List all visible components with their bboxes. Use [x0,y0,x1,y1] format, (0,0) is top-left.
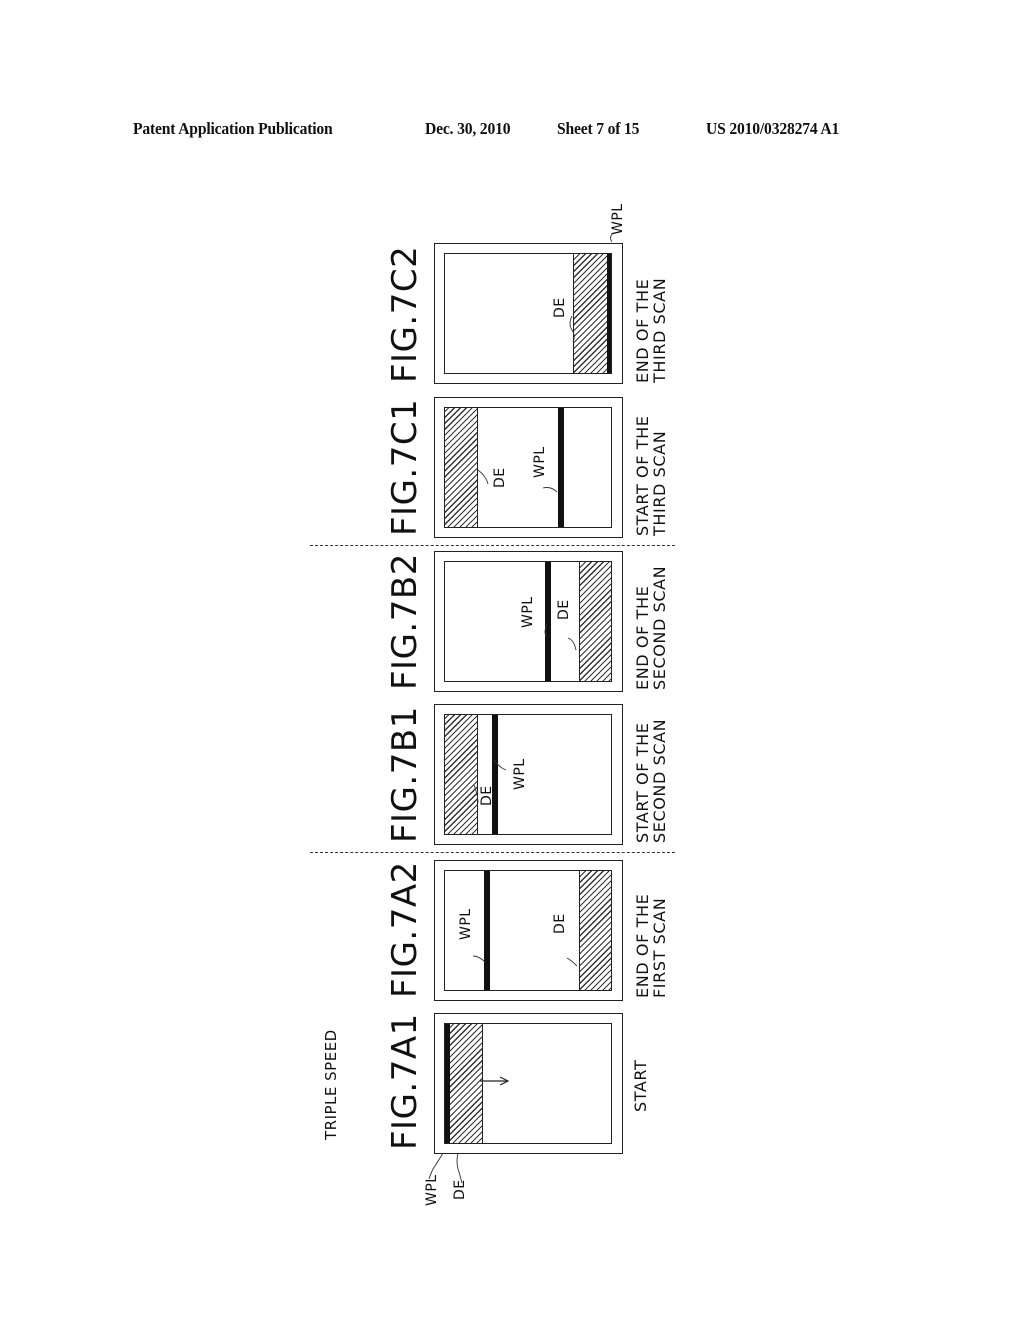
leader-lines [428,233,613,1184]
